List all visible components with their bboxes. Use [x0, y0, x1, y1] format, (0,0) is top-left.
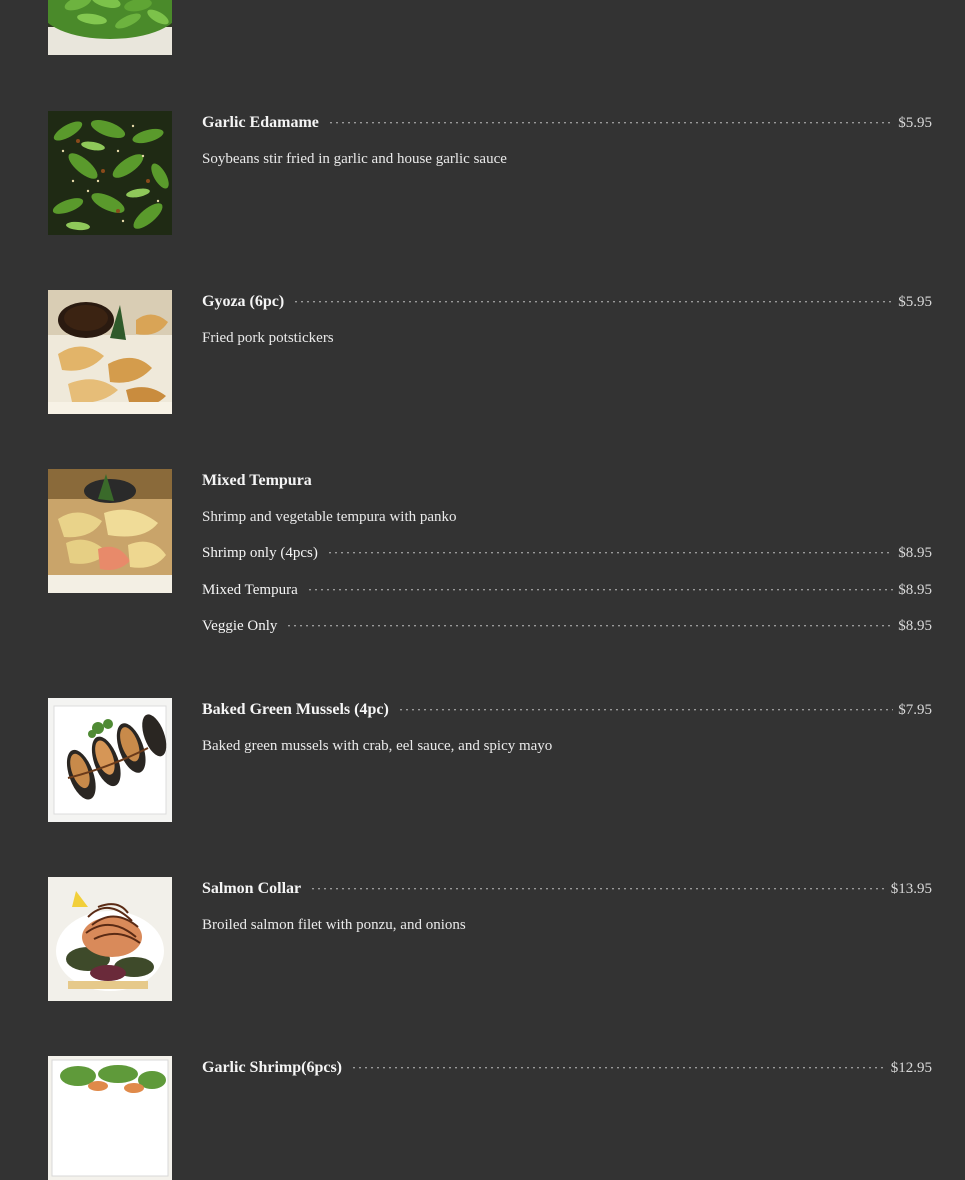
- menu-option-price: $8.95: [898, 581, 932, 598]
- gyoza-photo[interactable]: [48, 290, 172, 414]
- menu-option-row[interactable]: Shrimp only (4pcs) $8.95: [202, 545, 932, 563]
- menu-item-content: Salmon Collar $13.95 Broiled salmon file…: [202, 880, 932, 934]
- menu-option-label: Veggie Only: [202, 618, 278, 634]
- leader-dots: [327, 122, 894, 125]
- menu-item-name[interactable]: Salmon Collar: [202, 880, 301, 898]
- leader-dots: [310, 888, 886, 891]
- menu-item-price: $13.95: [890, 881, 932, 897]
- menu-option-row[interactable]: Mixed Tempura $8.95: [202, 582, 932, 600]
- menu-option-row[interactable]: Veggie Only $8.95: [202, 618, 932, 636]
- mussels-photo[interactable]: [48, 698, 172, 822]
- menu-item-description: Soybeans stir fried in garlic and house …: [202, 151, 507, 167]
- menu-item-content: Garlic Edamame $5.95 Soybeans stir fried…: [202, 114, 932, 168]
- menu-item-header: Salmon Collar $13.95: [202, 880, 932, 898]
- menu-item-header: Garlic Edamame $5.95: [202, 114, 932, 132]
- menu-item-header: Baked Green Mussels (4pc) $7.95: [202, 701, 932, 719]
- menu-item-options: Shrimp only (4pcs) $8.95 Mixed Tempura $…: [202, 545, 932, 636]
- menu-item-description: Fried pork potstickers: [202, 330, 334, 346]
- menu-item-content: Gyoza (6pc) $5.95 Fried pork potstickers: [202, 293, 932, 347]
- menu-option-price: $8.95: [898, 618, 932, 634]
- tempura-photo[interactable]: [48, 469, 172, 593]
- leader-dots: [397, 709, 894, 712]
- menu-item-price: $5.95: [898, 115, 932, 131]
- menu-item-price: $7.95: [898, 702, 932, 718]
- leader-dots: [306, 588, 894, 592]
- salmon-collar-photo[interactable]: [48, 877, 172, 1001]
- menu-item-content: Mixed Tempura Shrimp and vegetable tempu…: [202, 472, 932, 655]
- leader-dots: [286, 625, 894, 628]
- menu-item-name[interactable]: Gyoza (6pc): [202, 293, 284, 311]
- menu-item-description: Broiled salmon filet with ponzu, and oni…: [202, 917, 466, 933]
- menu-item-price: $12.95: [890, 1060, 932, 1076]
- menu-option-price: $8.95: [898, 545, 932, 561]
- menu-item-content: Baked Green Mussels (4pc) $7.95 Baked gr…: [202, 701, 932, 755]
- menu-item-name[interactable]: Mixed Tempura: [202, 472, 312, 490]
- menu-item-content: Garlic Shrimp(6pcs) $12.95: [202, 1059, 932, 1077]
- menu-item-header: Gyoza (6pc) $5.95: [202, 293, 932, 311]
- garlic-edamame-photo[interactable]: [48, 111, 172, 235]
- menu-item-header: Garlic Shrimp(6pcs) $12.95: [202, 1059, 932, 1077]
- leader-dots: [326, 552, 894, 555]
- menu-item-description: Shrimp and vegetable tempura with panko: [202, 509, 457, 525]
- menu-option-label: Mixed Tempura: [202, 581, 298, 598]
- menu-item-price: $5.95: [898, 294, 932, 310]
- menu-item-name[interactable]: Garlic Edamame: [202, 114, 319, 132]
- leader-dots: [351, 1067, 886, 1070]
- garlic-shrimp-photo[interactable]: [48, 1056, 172, 1180]
- menu-item-header: Mixed Tempura: [202, 472, 932, 490]
- menu-item-name[interactable]: Garlic Shrimp(6pcs): [202, 1059, 342, 1077]
- menu-item-description: Baked green mussels with crab, eel sauce…: [202, 738, 553, 754]
- leader-dots: [293, 301, 894, 304]
- menu-item-name[interactable]: Baked Green Mussels (4pc): [202, 701, 389, 719]
- menu-option-label: Shrimp only (4pcs): [202, 545, 318, 561]
- edamame-photo[interactable]: [48, 0, 172, 55]
